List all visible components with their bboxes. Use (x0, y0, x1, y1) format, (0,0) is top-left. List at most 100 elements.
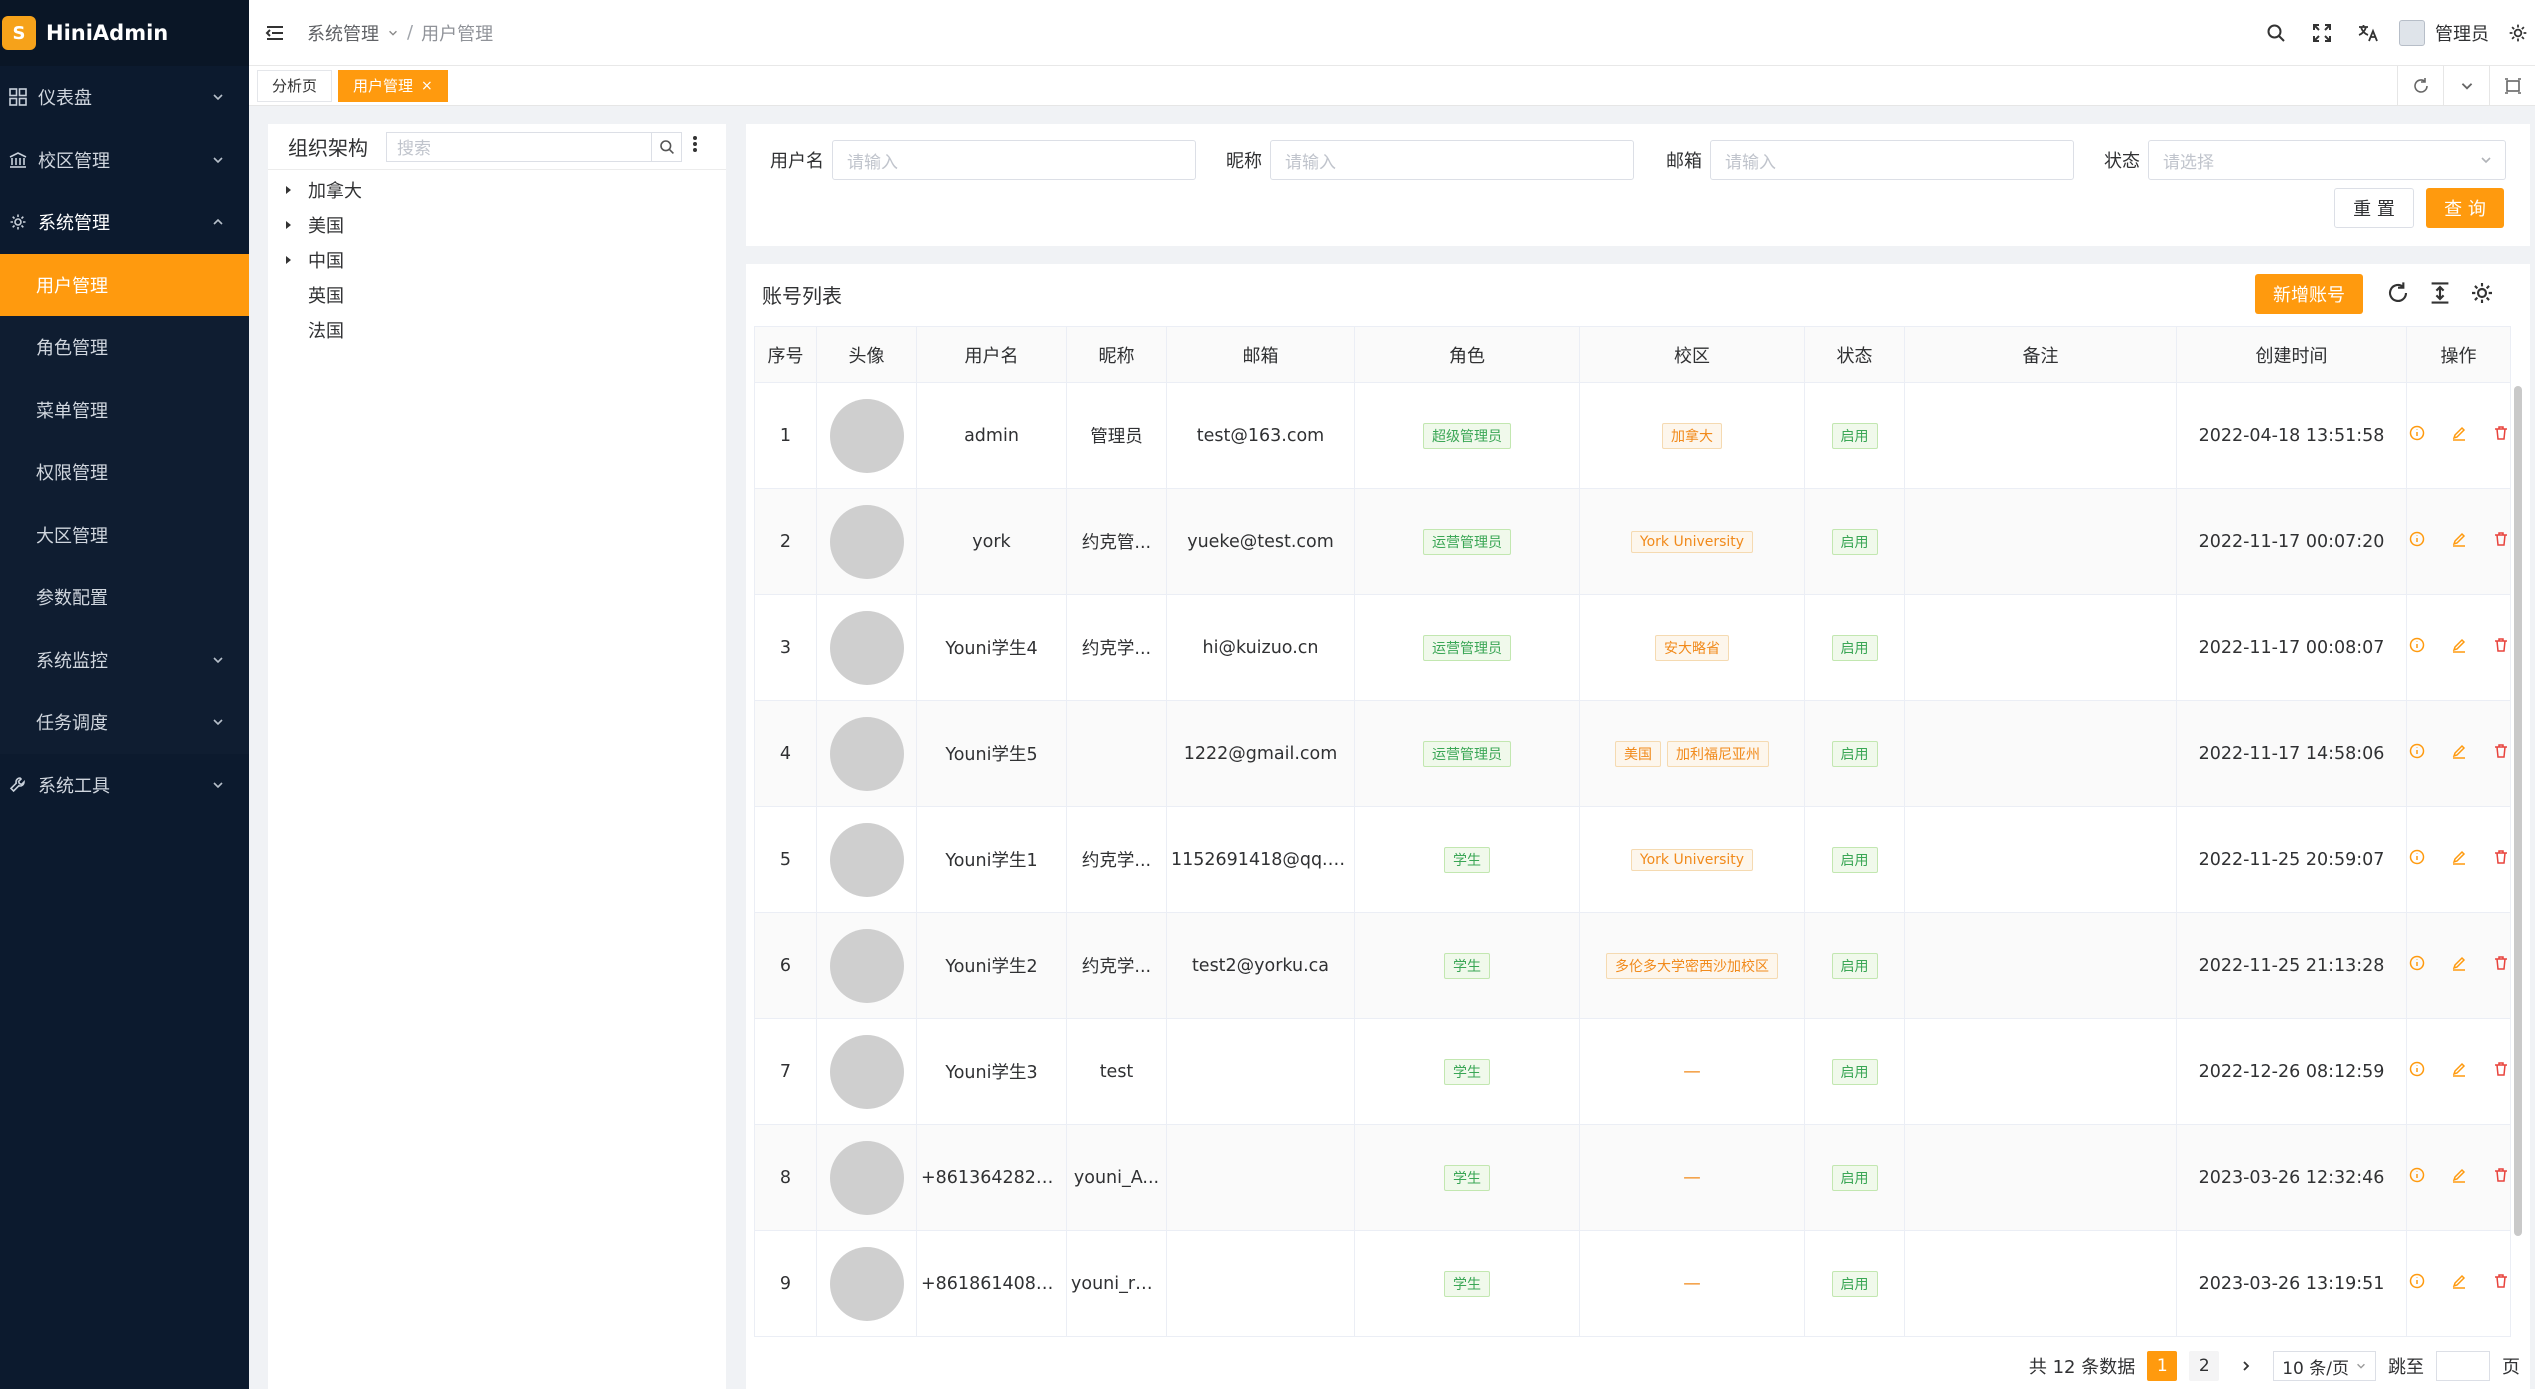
edit-icon[interactable] (2451, 955, 2467, 976)
table-row[interactable]: 2 york 约克管... yueke@test.com 运营管理员 York Unive… (754, 488, 2511, 595)
sidebar-item-users[interactable]: 用户管理 (0, 253, 249, 316)
caret-right-icon[interactable] (280, 217, 296, 233)
add-account-button[interactable]: 新增账号 (2255, 274, 2363, 314)
edit-icon[interactable] (2451, 637, 2467, 658)
query-button[interactable]: 查 询 (2426, 188, 2504, 228)
sidebar-item-roles[interactable]: 角色管理 (0, 316, 249, 379)
info-icon[interactable] (2409, 425, 2425, 446)
tab-user-management[interactable]: 用户管理 × (338, 69, 448, 102)
edit-icon[interactable] (2451, 1167, 2467, 1188)
sidebar-item-permissions[interactable]: 权限管理 (0, 441, 249, 504)
info-icon[interactable] (2409, 743, 2425, 764)
breadcrumb-parent[interactable]: 系统管理 (307, 20, 379, 46)
tree-node[interactable]: 加拿大 (268, 172, 726, 207)
column-height-icon[interactable] (2428, 281, 2452, 310)
caret-right-icon[interactable] (280, 182, 296, 198)
column-header[interactable]: 昵称 (1066, 326, 1167, 383)
table-row[interactable]: 8 +86136428208... youni_A... 学生 — 启用 2023-03-2… (754, 1124, 2511, 1231)
sidebar-item-campus[interactable]: 校区管理 (0, 129, 249, 192)
sidebar-item-jobs[interactable]: 任务调度 (0, 691, 249, 754)
settings-icon[interactable] (2501, 23, 2535, 43)
delete-icon[interactable] (2493, 637, 2509, 658)
column-header[interactable]: 邮箱 (1166, 326, 1355, 383)
caret-right-icon[interactable] (280, 252, 296, 268)
delete-icon[interactable] (2493, 531, 2509, 552)
sidebar-item-params[interactable]: 参数配置 (0, 566, 249, 629)
tree-search-input[interactable]: 搜索 (386, 131, 682, 162)
info-icon[interactable] (2409, 1061, 2425, 1082)
tree-node[interactable]: 中国 (268, 242, 726, 277)
tree-node[interactable]: 英国 (268, 277, 726, 312)
username-input[interactable]: 请输入 (832, 140, 1196, 180)
page-size-select[interactable]: 10 条/页 (2273, 1351, 2376, 1381)
refresh-icon[interactable] (2397, 66, 2443, 106)
table-row[interactable]: 1 admin 管理员 test@163.com 超级管理员 加拿大 启用 2022-04-1… (754, 382, 2511, 489)
table-row[interactable]: 9 +86186140899... youni_r8... 学生 — 启用 2023-03-… (754, 1230, 2511, 1337)
edit-icon[interactable] (2451, 743, 2467, 764)
info-icon[interactable] (2409, 1273, 2425, 1294)
edit-icon[interactable] (2451, 531, 2467, 552)
delete-icon[interactable] (2493, 1167, 2509, 1188)
refresh-icon[interactable] (2386, 281, 2410, 310)
delete-icon[interactable] (2493, 849, 2509, 870)
tab-analysis[interactable]: 分析页 (257, 69, 333, 102)
sidebar-item-dashboard[interactable]: 仪表盘 (0, 66, 249, 129)
info-icon[interactable] (2409, 1167, 2425, 1188)
table-row[interactable]: 6 Youni学生2 约克学... test2@yorku.ca 学生 多伦多大学密西沙加… (754, 912, 2511, 1019)
column-header[interactable]: 备注 (1904, 326, 2177, 383)
chevron-down-icon[interactable] (2443, 66, 2489, 106)
nickname-input[interactable]: 请输入 (1270, 140, 1634, 180)
next-page-icon[interactable] (2231, 1351, 2261, 1381)
info-icon[interactable] (2409, 531, 2425, 552)
edit-icon[interactable] (2451, 1061, 2467, 1082)
more-vertical-icon[interactable] (692, 134, 698, 159)
table-row[interactable]: 3 Youni学生4 约克学... hi@kuizuo.cn 运营管理员 安大略省 启用 20… (754, 594, 2511, 701)
table-row[interactable]: 5 Youni学生1 约克学... 1152691418@qq.c... 学生 York … (754, 806, 2511, 913)
search-icon[interactable] (651, 132, 681, 161)
delete-icon[interactable] (2493, 955, 2509, 976)
reset-button[interactable]: 重 置 (2334, 188, 2414, 228)
delete-icon[interactable] (2493, 1061, 2509, 1082)
column-header[interactable]: 头像 (816, 326, 917, 383)
tree-node[interactable]: 法国 (268, 312, 726, 347)
close-icon[interactable]: × (421, 78, 433, 94)
delete-icon[interactable] (2493, 743, 2509, 764)
edit-icon[interactable] (2451, 425, 2467, 446)
translate-icon[interactable] (2345, 23, 2391, 43)
column-header[interactable]: 操作 (2406, 326, 2511, 383)
page-jump-input[interactable] (2436, 1351, 2490, 1381)
table-row[interactable]: 4 Youni学生5 1222@gmail.com 运营管理员 美国 加利福尼亚州 启用 20… (754, 700, 2511, 807)
status-select[interactable]: 请选择 (2148, 140, 2506, 180)
column-header[interactable]: 创建时间 (2176, 326, 2407, 383)
info-icon[interactable] (2409, 955, 2425, 976)
email-input[interactable]: 请输入 (1710, 140, 2074, 180)
sidebar-item-monitor[interactable]: 系统监控 (0, 629, 249, 692)
page-button-2[interactable]: 2 (2189, 1351, 2220, 1381)
sidebar-item-menus[interactable]: 菜单管理 (0, 379, 249, 442)
user-menu[interactable]: 管理员 (2399, 20, 2489, 46)
delete-icon[interactable] (2493, 425, 2509, 446)
column-header[interactable]: 序号 (754, 326, 817, 383)
vertical-scrollbar[interactable] (2514, 386, 2522, 1236)
fullscreen-icon[interactable] (2299, 23, 2345, 43)
tree-node[interactable]: 美国 (268, 207, 726, 242)
menu-fold-icon[interactable] (263, 21, 287, 45)
table-row[interactable]: 7 Youni学生3 test 学生 — 启用 2022-12-26 08:12:59 (754, 1018, 2511, 1125)
column-header[interactable]: 校区 (1579, 326, 1805, 383)
column-header[interactable]: 用户名 (916, 326, 1067, 383)
page-button-1[interactable]: 1 (2147, 1351, 2178, 1381)
column-header[interactable]: 角色 (1354, 326, 1580, 383)
sidebar-item-system[interactable]: 系统管理 (0, 191, 249, 254)
info-icon[interactable] (2409, 849, 2425, 870)
column-header[interactable]: 状态 (1804, 326, 1905, 383)
sidebar-item-regions[interactable]: 大区管理 (0, 504, 249, 567)
info-icon[interactable] (2409, 637, 2425, 658)
edit-icon[interactable] (2451, 1273, 2467, 1294)
settings-icon[interactable] (2470, 281, 2494, 310)
edit-icon[interactable] (2451, 849, 2467, 870)
app-logo[interactable]: S HiniAdmin (0, 0, 249, 66)
search-icon[interactable] (2253, 23, 2299, 43)
sidebar-item-tools[interactable]: 系统工具 (0, 754, 249, 817)
maximize-icon[interactable] (2489, 66, 2535, 106)
delete-icon[interactable] (2493, 1273, 2509, 1294)
